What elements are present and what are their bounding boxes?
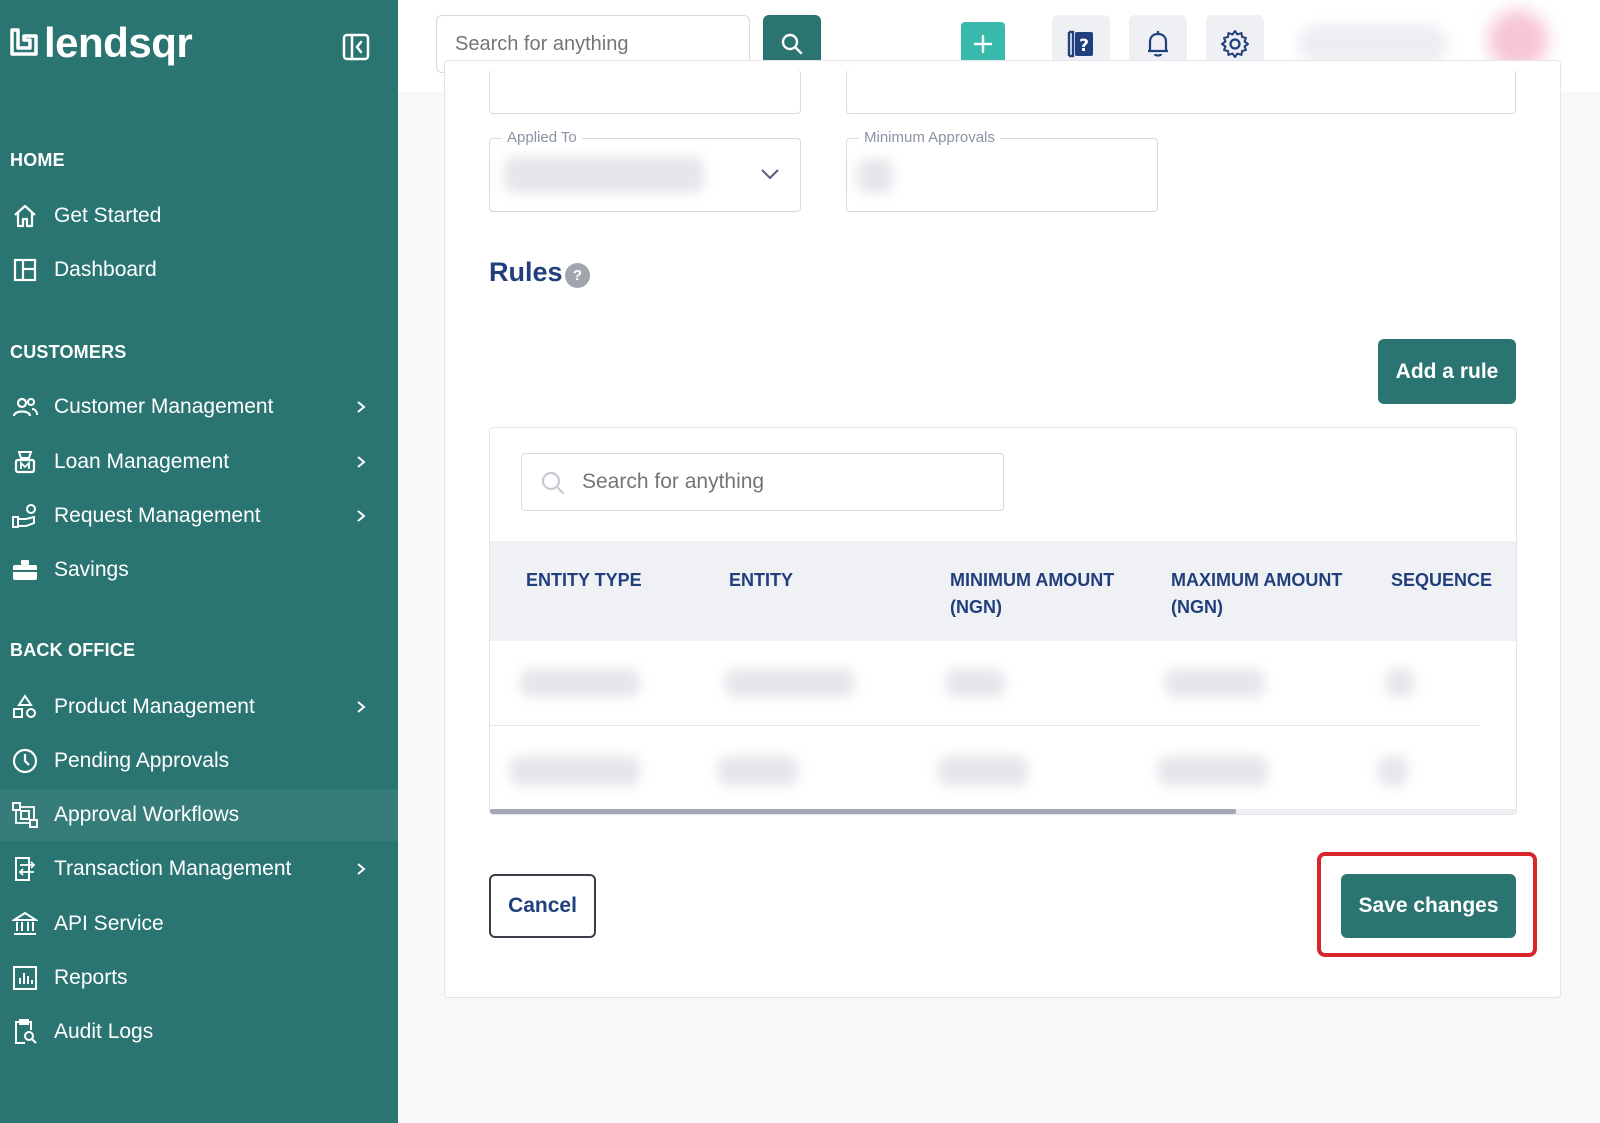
sidebar-item-label: Product Management bbox=[54, 695, 255, 718]
rules-heading: Rules bbox=[489, 257, 563, 287]
sidebar-item-savings[interactable]: Savings bbox=[0, 544, 398, 596]
cell-redacted bbox=[938, 756, 1028, 786]
audit-icon bbox=[15, 1019, 37, 1044]
scrollbar-thumb[interactable] bbox=[490, 809, 1236, 814]
column-maximum-amount[interactable]: MAXIMUM AMOUNT (NGN) bbox=[1171, 567, 1361, 621]
sidebar-item-label: Request Management bbox=[54, 504, 261, 527]
users-icon bbox=[12, 397, 38, 417]
save-changes-button[interactable]: Save changes bbox=[1341, 874, 1516, 938]
cell-redacted bbox=[1165, 669, 1265, 697]
table-header: ENTITY TYPE ENTITY MINIMUM AMOUNT (NGN) … bbox=[490, 541, 1516, 641]
loan-icon bbox=[14, 451, 36, 474]
section-home: HOME bbox=[10, 150, 65, 170]
sidebar: lendsqr HOME Get Started Dashboard CUSTO… bbox=[0, 0, 398, 1123]
search-icon bbox=[781, 33, 803, 55]
sidebar-item-label: API Service bbox=[54, 912, 164, 935]
cell-redacted bbox=[718, 756, 798, 786]
column-sequence[interactable]: SEQUENCE bbox=[1391, 567, 1511, 594]
clock-icon bbox=[12, 748, 38, 774]
plus-icon bbox=[974, 35, 992, 53]
applied-to-label: Applied To bbox=[502, 129, 582, 146]
cancel-button[interactable]: Cancel bbox=[489, 874, 596, 938]
product-icon bbox=[13, 694, 36, 718]
chevron-down-icon bbox=[761, 169, 779, 180]
sidebar-item-label: Customer Management bbox=[54, 395, 274, 418]
applied-to-value-redacted bbox=[504, 157, 704, 193]
table-row[interactable] bbox=[490, 641, 1516, 727]
chevron-right-icon bbox=[357, 510, 366, 522]
briefcase-icon bbox=[13, 560, 37, 580]
rules-search-box[interactable] bbox=[521, 453, 1004, 511]
section-customers: CUSTOMERS bbox=[10, 342, 127, 362]
rules-help-icon[interactable]: ? bbox=[565, 263, 590, 288]
workflow-icon bbox=[12, 802, 38, 828]
cell-redacted bbox=[725, 669, 855, 697]
sidebar-item-label: Savings bbox=[54, 558, 129, 581]
cell-redacted bbox=[945, 669, 1005, 697]
sidebar-item-audit-logs[interactable]: Audit Logs bbox=[0, 1006, 398, 1058]
sidebar-item-pending-approvals[interactable]: Pending Approvals bbox=[0, 735, 398, 787]
sidebar-item-label: Transaction Management bbox=[54, 857, 292, 880]
minimum-approvals-label: Minimum Approvals bbox=[859, 129, 1000, 146]
gear-icon bbox=[1221, 30, 1249, 58]
table-row[interactable] bbox=[490, 726, 1516, 812]
minimum-approvals-value-redacted bbox=[857, 159, 893, 193]
cell-redacted bbox=[1378, 756, 1408, 786]
sidebar-item-label: Reports bbox=[54, 966, 128, 989]
rules-search-input[interactable] bbox=[582, 454, 992, 510]
user-name-redacted[interactable] bbox=[1298, 24, 1448, 64]
help-book-icon: ? bbox=[1067, 30, 1093, 58]
sidebar-item-product-management[interactable]: Product Management bbox=[0, 681, 398, 733]
sidebar-collapse-icon[interactable] bbox=[342, 33, 370, 61]
cell-redacted bbox=[1158, 756, 1268, 786]
brand-name: lendsqr bbox=[44, 19, 193, 66]
column-entity[interactable]: ENTITY bbox=[729, 567, 899, 594]
form-field-cropped-right[interactable] bbox=[846, 70, 1516, 114]
lendsqr-logo-icon bbox=[10, 28, 38, 56]
sidebar-item-reports[interactable]: Reports bbox=[0, 952, 398, 1004]
sidebar-item-label: Approval Workflows bbox=[54, 803, 240, 826]
sidebar-item-label: Loan Management bbox=[54, 450, 230, 473]
sidebar-item-api-service[interactable]: API Service bbox=[0, 898, 398, 950]
sidebar-item-label: Pending Approvals bbox=[54, 749, 230, 772]
sidebar-item-dashboard[interactable]: Dashboard bbox=[0, 244, 398, 296]
chevron-right-icon bbox=[357, 401, 366, 413]
rules-table: ENTITY TYPE ENTITY MINIMUM AMOUNT (NGN) … bbox=[489, 427, 1517, 815]
column-entity-type[interactable]: ENTITY TYPE bbox=[526, 567, 696, 594]
sidebar-item-request-management[interactable]: Request Management bbox=[0, 490, 398, 542]
sidebar-item-loan-management[interactable]: Loan Management bbox=[0, 436, 398, 488]
form-field-cropped-left[interactable] bbox=[489, 70, 801, 114]
logo[interactable]: lendsqr bbox=[10, 19, 193, 66]
add-rule-button[interactable]: Add a rule bbox=[1378, 339, 1516, 404]
column-minimum-amount[interactable]: MINIMUM AMOUNT (NGN) bbox=[950, 567, 1140, 621]
applied-to-select[interactable]: Applied To bbox=[489, 129, 801, 212]
bell-icon bbox=[1148, 31, 1168, 57]
dashboard-icon bbox=[13, 258, 37, 282]
chevron-right-icon bbox=[357, 863, 366, 875]
sidebar-item-label: Audit Logs bbox=[54, 1020, 154, 1043]
svg-text:?: ? bbox=[1079, 36, 1089, 56]
sidebar-item-label: Get Started bbox=[54, 204, 162, 227]
search-icon bbox=[541, 471, 565, 495]
cell-redacted bbox=[1385, 669, 1415, 697]
transaction-icon bbox=[15, 857, 36, 881]
chart-icon bbox=[13, 966, 37, 990]
chevron-right-icon bbox=[357, 456, 366, 468]
horizontal-scrollbar[interactable] bbox=[490, 809, 1516, 814]
sidebar-item-label: Dashboard bbox=[54, 258, 157, 281]
sidebar-item-customer-management[interactable]: Customer Management bbox=[0, 381, 398, 433]
sidebar-item-get-started[interactable]: Get Started bbox=[0, 190, 398, 242]
section-back-office: BACK OFFICE bbox=[10, 640, 136, 660]
sidebar-item-approval-workflows[interactable]: Approval Workflows bbox=[0, 789, 398, 841]
cell-redacted bbox=[510, 756, 640, 786]
home-icon bbox=[14, 204, 36, 228]
cell-redacted bbox=[520, 669, 640, 697]
request-icon bbox=[12, 504, 36, 528]
chevron-right-icon bbox=[357, 701, 366, 713]
sidebar-item-transaction-management[interactable]: Transaction Management bbox=[0, 843, 398, 895]
minimum-approvals-field[interactable]: Minimum Approvals bbox=[846, 129, 1158, 212]
bank-icon bbox=[12, 911, 38, 935]
